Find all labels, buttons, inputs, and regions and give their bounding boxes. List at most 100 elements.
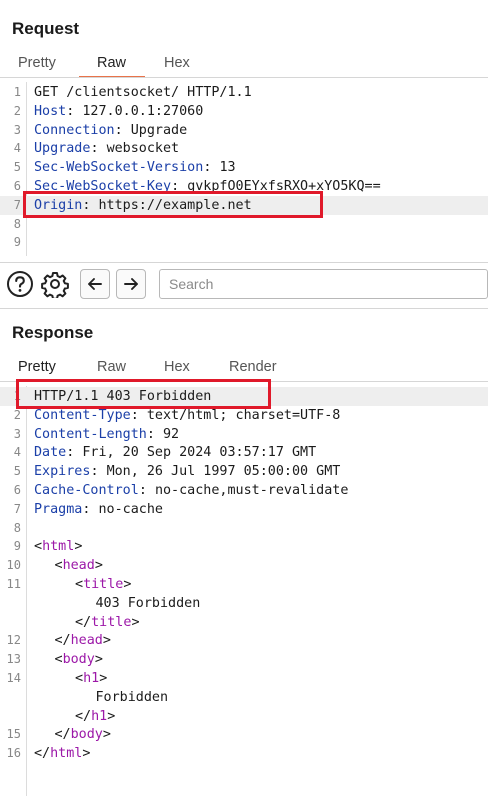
code-line: </h1> <box>0 707 488 726</box>
tag-bracket: > <box>82 746 91 762</box>
html-tag: title <box>83 577 124 592</box>
code-line: 13 <body> <box>0 650 488 669</box>
code-line: 9 <html> <box>0 537 488 556</box>
code-line: 15 </body> <box>0 725 488 744</box>
tag-bracket: > <box>102 727 111 743</box>
tag-bracket: </ <box>54 633 71 649</box>
code-line: 4 Upgrade: websocket <box>0 139 488 158</box>
code-line: 14 <h1> <box>0 669 488 688</box>
html-tag: title <box>91 614 132 630</box>
header-value: 127.0.0.1:27060 <box>82 103 204 119</box>
header-value: Mon, 26 Jul 1997 05:00:00 GMT <box>106 464 341 480</box>
response-tab-raw[interactable]: Raw <box>97 359 126 375</box>
header-name: Upgrade <box>34 141 91 157</box>
header-separator: : <box>90 141 107 157</box>
code-text: Sec-WebSocket-Version: 13 <box>34 158 236 177</box>
tag-bracket: </ <box>54 727 71 743</box>
tag-bracket: > <box>99 671 108 686</box>
tag-bracket: > <box>107 708 116 724</box>
line-number: 3 <box>13 426 21 441</box>
header-name: Content-Type <box>34 407 131 423</box>
tag-bracket: > <box>74 539 83 555</box>
line-number: 7 <box>13 197 21 212</box>
line-number: 13 <box>6 652 21 667</box>
header-name: Sec-WebSocket-Version <box>34 160 204 176</box>
origin-highlight-box <box>23 191 323 218</box>
header-value: websocket <box>106 141 180 157</box>
code-line: 11 <title> <box>0 575 488 594</box>
line-number: 2 <box>13 103 21 118</box>
html-text: 403 Forbidden <box>95 595 201 611</box>
code-text: Connection: Upgrade <box>34 121 187 140</box>
line-number: 4 <box>13 141 21 156</box>
header-name: Connection <box>34 122 115 138</box>
help-button[interactable] <box>5 269 35 299</box>
code-text: <h1> <box>75 669 107 688</box>
request-tabs: Pretty Raw Hex <box>0 52 488 78</box>
line-number: 14 <box>6 671 21 685</box>
header-value: no-cache <box>98 501 164 517</box>
tag-bracket: < <box>34 539 43 555</box>
code-line: 3 Connection: Upgrade <box>0 121 488 140</box>
request-editor[interactable]: 1 GET /clientsocket/ HTTP/1.1 2 Host: 127.0… <box>0 82 488 256</box>
header-separator: : <box>90 464 107 480</box>
header-name: Cache-Control <box>34 483 139 498</box>
header-separator: : <box>114 122 131 138</box>
back-button[interactable] <box>80 269 110 299</box>
line-number: 1 <box>13 85 21 99</box>
status-line-highlight-box <box>16 379 271 409</box>
line-number: 4 <box>13 445 21 460</box>
tag-bracket: </ <box>75 614 92 630</box>
code-text: GET /clientsocket/ HTTP/1.1 <box>34 83 252 102</box>
html-tag: html <box>50 746 83 762</box>
request-title: Request <box>12 19 80 38</box>
line-number: 8 <box>13 216 21 231</box>
request-tab-raw[interactable]: Raw <box>97 55 126 71</box>
request-tab-hex[interactable]: Hex <box>164 55 190 71</box>
request-line: GET /clientsocket/ HTTP/1.1 <box>34 85 252 100</box>
html-tag: body <box>70 727 103 743</box>
html-text: Forbidden <box>95 689 169 705</box>
code-text: Cache-Control: no-cache,must-revalidate <box>34 481 348 500</box>
code-text: Forbidden <box>96 688 169 707</box>
settings-button[interactable] <box>40 269 70 299</box>
request-tab-pretty[interactable]: Pretty <box>18 55 56 71</box>
code-line: 3 Content-Length: 92 <box>0 425 488 444</box>
code-line: 8 <box>0 519 488 538</box>
code-text: </head> <box>55 631 111 650</box>
tag-bracket: < <box>75 577 84 592</box>
gear-icon <box>41 272 69 298</box>
tag-bracket: > <box>94 652 103 668</box>
header-separator: : <box>130 407 147 423</box>
line-number: 5 <box>13 160 21 175</box>
tag-bracket: </ <box>75 708 92 724</box>
code-line: 16 </html> <box>0 744 488 763</box>
header-value: 92 <box>163 426 180 442</box>
forward-button[interactable] <box>116 269 146 299</box>
tag-bracket: </ <box>34 746 51 762</box>
html-tag: head <box>70 633 103 649</box>
code-text: <head> <box>55 556 103 575</box>
response-tab-pretty[interactable]: Pretty <box>18 359 56 375</box>
line-number: 11 <box>6 577 21 591</box>
header-name: Host <box>34 103 67 119</box>
arrow-right-icon <box>124 278 138 290</box>
line-number: 16 <box>6 746 21 761</box>
response-editor[interactable]: 1 HTTP/1.1 403 Forbidden 2 Content-Type: te… <box>0 386 488 796</box>
header-value: Fri, 20 Sep 2024 03:57:17 GMT <box>82 445 317 461</box>
response-tab-render[interactable]: Render <box>229 359 277 375</box>
code-text: <html> <box>34 537 82 556</box>
search-input[interactable] <box>159 269 488 299</box>
code-text: </body> <box>55 725 111 744</box>
response-tab-hex[interactable]: Hex <box>164 359 190 375</box>
code-line: 7 Pragma: no-cache <box>0 500 488 519</box>
html-tag: html <box>42 539 75 555</box>
tag-bracket: > <box>94 558 103 574</box>
header-name: Expires <box>34 464 91 480</box>
line-number: 8 <box>13 520 21 535</box>
tag-bracket: < <box>54 652 63 668</box>
line-number: 6 <box>13 483 21 497</box>
code-line: 6 Cache-Control: no-cache,must-revalidate <box>0 481 488 500</box>
code-text: Upgrade: websocket <box>34 139 179 158</box>
code-text: Date: Fri, 20 Sep 2024 03:57:17 GMT <box>34 443 316 462</box>
